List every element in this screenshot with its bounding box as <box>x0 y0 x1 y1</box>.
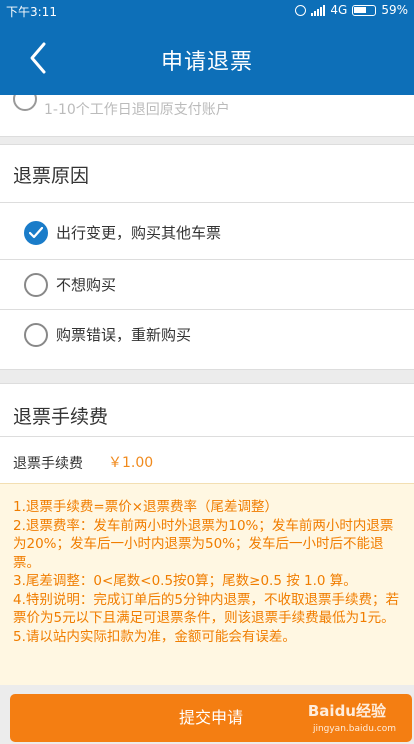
refund-reason-section: 退票原因 出行变更，购买其他车票 不想购买 购票错误，重新购买 <box>0 144 414 370</box>
fee-label: 退票手续费 <box>13 456 83 472</box>
divider <box>0 309 414 310</box>
reason-option-not-wanted[interactable]: 不想购买 <box>0 261 414 309</box>
battery-icon <box>352 4 377 16</box>
fee-value: ￥1.00 <box>108 455 154 471</box>
refund-fee-section: 退票手续费 退票手续费 ￥1.00 <box>0 383 414 483</box>
reason-option-label: 不想购买 <box>56 276 117 294</box>
radio-checked-icon <box>24 221 48 245</box>
divider <box>0 259 414 260</box>
radio-unchecked-icon <box>24 273 48 297</box>
alarm-icon <box>295 4 307 16</box>
status-bar: 下午3:11 4G 59% <box>0 0 414 22</box>
refund-method-card: 1-10个工作日退回原支付账户 <box>0 95 414 137</box>
header: 申请退票 <box>0 22 414 95</box>
section-title-fee: 退票手续费 <box>13 406 109 428</box>
divider <box>0 436 414 437</box>
reason-option-change[interactable]: 出行变更，购买其他车票 <box>0 209 414 257</box>
divider <box>0 202 414 203</box>
note-item: 5.请以站内实际扣款为准，金额可能会有误差。 <box>13 628 296 645</box>
network-type: 4G <box>330 3 348 17</box>
section-title-reason: 退票原因 <box>13 165 90 187</box>
note-item: 3.尾差调整：0<尾数<0.5按0算；尾数≥0.5 按 1.0 算。 <box>13 573 357 589</box>
note-item: 2.退票费率：发车前两小时外退票为10%；发车前两小时内退票为20%；发车后一小… <box>13 517 394 571</box>
radio-unchecked-icon <box>24 323 48 347</box>
refund-method-radio[interactable] <box>13 95 37 111</box>
note-item: 1.退票手续费=票价×退票费率（尾差调整） <box>13 499 279 515</box>
status-indicators: 4G 59% <box>295 3 408 17</box>
reason-option-wrong-ticket[interactable]: 购票错误，重新购买 <box>0 311 414 359</box>
battery-percent: 59% <box>381 3 408 17</box>
page-title: 申请退票 <box>160 50 253 75</box>
refund-method-description: 1-10个工作日退回原支付账户 <box>44 102 230 118</box>
note-item: 4.特别说明：完成订单后的5分钟内退票，不收取退票手续费；若票价为5元以下且满足… <box>13 591 399 627</box>
status-time: 下午3:11 <box>6 5 57 19</box>
reason-option-label: 购票错误，重新购买 <box>56 326 192 344</box>
refund-notes: 1.退票手续费=票价×退票费率（尾差调整） 2.退票费率：发车前两小时外退票为1… <box>0 483 414 685</box>
watermark-url: jingyan.baidu.com <box>312 724 396 734</box>
watermark-logo: Baidu经验 <box>307 702 386 720</box>
signal-icon <box>311 4 326 16</box>
reason-option-label: 出行变更，购买其他车票 <box>56 224 222 242</box>
